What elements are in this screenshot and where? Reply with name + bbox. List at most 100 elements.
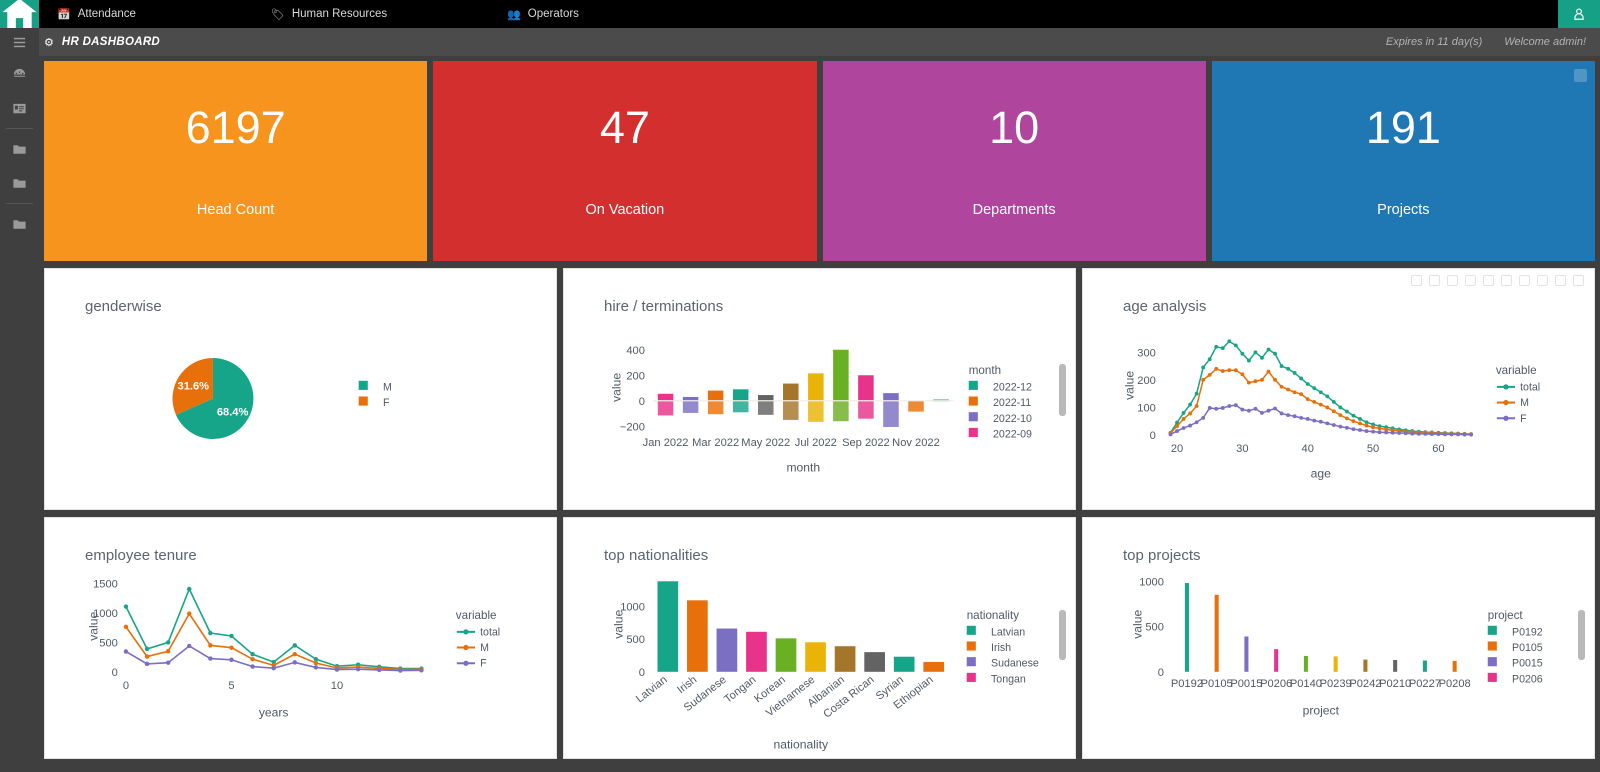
svg-text:P0206: P0206: [1260, 678, 1292, 690]
svg-text:5: 5: [228, 680, 234, 692]
svg-text:Irish: Irish: [991, 642, 1011, 654]
kpi-label: Head Count: [196, 201, 275, 218]
legend-scrollbar[interactable]: [1578, 610, 1585, 660]
svg-text:years: years: [259, 705, 289, 719]
svg-text:P0140: P0140: [1290, 678, 1322, 690]
sidebar-divider-2: [6, 203, 33, 204]
svg-text:40: 40: [1302, 443, 1314, 455]
nav-item-operators[interactable]: 👥 Operators: [497, 0, 589, 28]
svg-text:P0015: P0015: [1512, 658, 1543, 670]
svg-text:P0210: P0210: [1379, 678, 1411, 690]
top-nationalities-bar-plot[interactable]: 05001000Latvian IrishSudaneseTonganKorean…: [564, 518, 1075, 763]
svg-text:project: project: [1488, 609, 1524, 622]
sidebar-item-menu-toggle[interactable]: [0, 28, 39, 57]
hire-terminations-bar-plot[interactable]: −200 0 200 400 Jan 2022 Mar 2022 May 2022 Jul 2…: [564, 269, 1075, 514]
svg-text:P0208: P0208: [1439, 678, 1471, 690]
svg-text:month: month: [969, 364, 1001, 377]
legend-scrollbar[interactable]: [1059, 364, 1066, 416]
sidebar-item-folder-1[interactable]: [0, 132, 39, 166]
breadcrumb-bar: ⚙ HR DASHBOARD Expires in 11 day(s) Welc…: [0, 28, 1600, 56]
sidebar-item-folder-2[interactable]: [0, 166, 39, 200]
svg-text:200: 200: [1137, 375, 1156, 387]
svg-text:50: 50: [1367, 443, 1379, 455]
nav-label-attendance: Attendance: [77, 8, 136, 20]
svg-text:0: 0: [1150, 430, 1156, 442]
svg-text:P0239: P0239: [1320, 678, 1352, 690]
user-account-button[interactable]: [1558, 0, 1600, 28]
svg-text:Sudanese: Sudanese: [991, 658, 1039, 670]
svg-text:300: 300: [1137, 347, 1156, 359]
employee-tenure-line-plot[interactable]: 0500100015000 5 10yearsvalue variabletotalM…: [45, 518, 556, 763]
folder-icon: [13, 178, 26, 188]
svg-text:2022-09: 2022-09: [993, 428, 1032, 440]
svg-text:variable: variable: [456, 609, 497, 622]
svg-text:1000: 1000: [1139, 576, 1164, 588]
svg-text:value: value: [610, 373, 624, 402]
sidebar-item-folder-3[interactable]: [0, 207, 39, 241]
kpi-value: 191: [1365, 101, 1441, 153]
svg-text:nationality: nationality: [967, 609, 1020, 622]
kpi-card-on-vacation[interactable]: 47 On Vacation: [433, 61, 817, 261]
dashboard-canvas: 6197 Head Count 47 On Vacation 10 Depart…: [39, 56, 1600, 772]
speedometer-icon: [13, 68, 26, 77]
svg-text:Nov 2022: Nov 2022: [892, 437, 940, 449]
svg-text:F: F: [383, 397, 390, 409]
svg-text:value: value: [87, 612, 101, 641]
kpi-label: On Vacation: [585, 201, 665, 218]
svg-text:M: M: [480, 642, 489, 654]
svg-text:60: 60: [1432, 443, 1444, 455]
svg-text:P0227: P0227: [1409, 678, 1441, 690]
svg-text:2022-11: 2022-11: [993, 397, 1031, 409]
top-navbar: 📅 Attendance 🏷 Human Resources 👥 Operato…: [0, 0, 1600, 29]
svg-text:M: M: [383, 381, 392, 393]
sidebar-item-dashboard[interactable]: [0, 57, 39, 91]
svg-text:0: 0: [112, 667, 118, 679]
card-resize-handle[interactable]: [1574, 69, 1587, 82]
sidebar-item-employees[interactable]: [0, 91, 39, 125]
age-analysis-line-plot[interactable]: 0 100 200 300 20 30 40 50 60 age value variable tota…: [1083, 269, 1594, 514]
svg-text:total: total: [480, 626, 500, 638]
nav-item-human-resources[interactable]: 🏷 Human Resources: [261, 0, 397, 28]
breadcrumb: ⚙ HR DASHBOARD: [44, 36, 160, 49]
folder-icon: [13, 219, 26, 229]
svg-text:0: 0: [639, 667, 645, 679]
genderwise-pie-plot[interactable]: 68.4% 31.6% MF: [45, 269, 556, 514]
svg-text:value: value: [1123, 371, 1137, 400]
kpi-card-projects[interactable]: 191 Projects: [1211, 61, 1595, 261]
chart-card-age-analysis: age analysis 0 100 200 300 20 30 40 50 60 age valu…: [1082, 268, 1595, 510]
legend-scrollbar[interactable]: [1059, 610, 1066, 660]
svg-text:Tongan: Tongan: [991, 673, 1026, 685]
top-projects-bar-plot[interactable]: 05001000P0192P0105P0015P0206P0140P0239P0…: [1083, 518, 1594, 763]
svg-text:P0192: P0192: [1171, 678, 1203, 690]
svg-text:0: 0: [123, 680, 129, 692]
svg-text:Latvian: Latvian: [991, 626, 1025, 638]
kpi-label: Departments: [972, 201, 1056, 218]
svg-text:nationality: nationality: [773, 738, 829, 752]
kpi-card-departments[interactable]: 10 Departments: [822, 61, 1206, 261]
svg-text:2022-10: 2022-10: [993, 413, 1032, 425]
left-sidebar: [0, 28, 39, 772]
chart-card-top-projects: top projects 0 500 1000 P0192 P0105 P0015 P020…: [1082, 517, 1595, 759]
dashboard-icon: ⚙: [44, 36, 54, 49]
svg-text:10: 10: [331, 680, 343, 692]
kpi-value: 47: [599, 101, 650, 153]
svg-text:1500: 1500: [93, 579, 118, 591]
nav-item-attendance[interactable]: 📅 Attendance: [47, 0, 146, 28]
svg-text:P0105: P0105: [1201, 678, 1233, 690]
svg-text:Sep 2022: Sep 2022: [842, 437, 890, 449]
kpi-card-head-count[interactable]: 6197 Head Count: [44, 61, 428, 261]
license-expiry-text: Expires in 11 day(s): [1385, 36, 1483, 48]
svg-text:F: F: [480, 658, 487, 670]
svg-text:Mar 2022: Mar 2022: [692, 437, 739, 449]
svg-text:−200: −200: [620, 421, 645, 433]
svg-text:500: 500: [1145, 622, 1164, 634]
users-icon: 👥: [507, 8, 521, 21]
svg-text:project: project: [1303, 703, 1340, 717]
home-icon[interactable]: [0, 0, 39, 29]
svg-text:M: M: [1520, 397, 1529, 409]
svg-text:May 2022: May 2022: [741, 437, 790, 449]
nav-label-human-resources: Human Resources: [291, 8, 388, 20]
svg-text:variable: variable: [1496, 364, 1537, 377]
svg-text:P0206: P0206: [1512, 673, 1543, 685]
svg-text:0: 0: [639, 396, 645, 408]
